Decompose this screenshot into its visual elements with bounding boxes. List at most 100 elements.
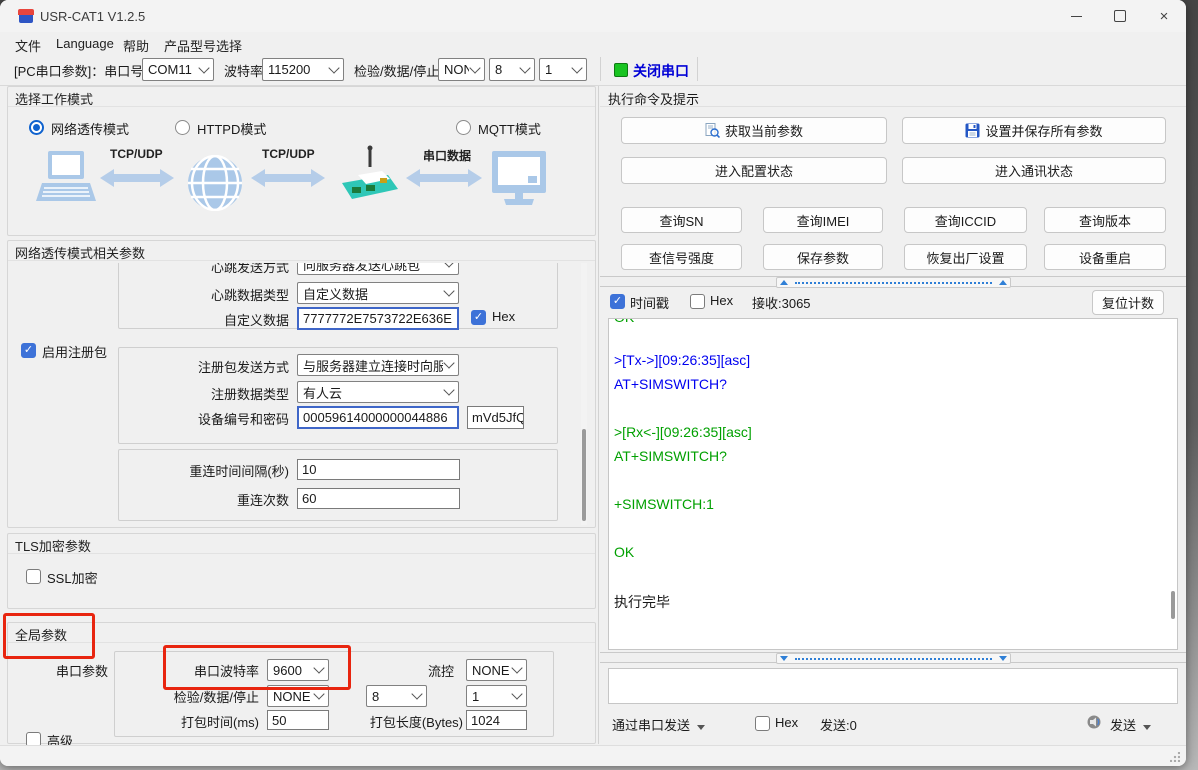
reg-type-label: 注册数据类型	[69, 384, 289, 403]
radio-httpd[interactable]	[175, 120, 190, 135]
reset-count-button[interactable]: 复位计数	[1092, 290, 1164, 315]
parity-select[interactable]: NONI	[438, 58, 485, 81]
radio-net-passthrough-label[interactable]: 网络透传模式	[51, 119, 129, 138]
custom-data-hex-checkbox[interactable]: ✓	[471, 310, 486, 325]
close-port-button[interactable]: 关闭串口	[633, 61, 689, 81]
log-line: +SIMSWITCH:1	[614, 496, 714, 512]
get-params-button[interactable]: 获取当前参数	[621, 117, 887, 144]
send-via-dropdown[interactable]: 通过串口发送	[612, 715, 705, 734]
reg-type-select[interactable]: 有人云	[297, 381, 459, 403]
resize-grip-icon[interactable]	[1170, 752, 1180, 762]
reconn-times-input[interactable]: 60	[297, 488, 460, 509]
log-scrollbar-thumb[interactable]	[1171, 591, 1175, 619]
panel-divider[interactable]	[598, 86, 599, 744]
query-version-button[interactable]: 查询版本	[1044, 207, 1166, 233]
serial-databits-select[interactable]: 8	[366, 685, 427, 707]
speaker-icon	[1086, 714, 1103, 731]
serial-baud-select[interactable]: 9600	[267, 659, 329, 681]
log-line: AT+SIMSWITCH?	[614, 448, 727, 464]
pack-len-input[interactable]: 1024	[466, 710, 527, 730]
enter-config-button[interactable]: 进入配置状态	[621, 157, 887, 184]
custom-data-input[interactable]: 7777772E7573722E636E	[297, 307, 459, 330]
work-mode-header: 选择工作模式	[8, 87, 595, 107]
close-icon: ×	[1160, 9, 1169, 24]
params-scrollbar-thumb[interactable]	[582, 429, 586, 521]
serial-parity-select[interactable]: NONE	[267, 685, 329, 707]
toolbar-separator	[600, 57, 601, 81]
set-save-all-button[interactable]: 设置并保存所有参数	[902, 117, 1166, 144]
send-count: 发送:0	[820, 715, 857, 734]
timestamp-label[interactable]: 时间戳	[630, 293, 669, 312]
flow-select[interactable]: NONE	[466, 659, 527, 681]
send-hex-checkbox[interactable]	[755, 716, 770, 731]
chevron-down-icon	[469, 62, 480, 73]
device-reboot-button[interactable]: 设备重启	[1044, 244, 1166, 270]
splitter-grip[interactable]	[776, 653, 1011, 664]
radio-net-passthrough[interactable]	[29, 120, 44, 135]
splitter-grip[interactable]	[776, 277, 1011, 288]
query-iccid-button[interactable]: 查询ICCID	[904, 207, 1027, 233]
serial-stopbits-select[interactable]: 1	[466, 685, 527, 707]
receive-hex-label[interactable]: Hex	[710, 293, 733, 308]
window-title: USR-CAT1 V1.2.5	[40, 9, 145, 24]
chevron-down-icon	[411, 688, 422, 699]
chevron-down-icon	[443, 263, 454, 268]
menu-product-select[interactable]: 产品型号选择	[161, 35, 245, 56]
status-strip	[0, 745, 1186, 766]
send-hex-label[interactable]: Hex	[775, 715, 798, 730]
splitter-top[interactable]	[600, 276, 1186, 287]
factory-reset-button[interactable]: 恢复出厂设置	[904, 244, 1027, 270]
menu-help[interactable]: 帮助	[120, 35, 152, 56]
close-button[interactable]: ×	[1142, 0, 1186, 32]
triangle-up-icon	[999, 280, 1007, 285]
menu-language[interactable]: Language	[53, 35, 117, 52]
menu-file[interactable]: 文件	[12, 35, 44, 56]
pack-time-input[interactable]: 50	[267, 710, 329, 730]
net-params-section: 网络透传模式相关参数 心跳发送方式 向服务器发送心跳包 心跳数据类型 自定义数据…	[7, 240, 596, 528]
receive-log[interactable]: OK >[Tx->][09:26:35][asc] AT+SIMSWITCH? …	[608, 318, 1178, 650]
ssl-checkbox[interactable]	[26, 569, 41, 584]
reg-send-select[interactable]: 与服务器建立连接时向服务	[297, 354, 459, 376]
chevron-down-icon	[443, 384, 454, 395]
chevron-down-icon	[313, 688, 324, 699]
maximize-button[interactable]	[1098, 0, 1142, 32]
enter-comm-button[interactable]: 进入通讯状态	[902, 157, 1166, 184]
query-imei-button[interactable]: 查询IMEI	[763, 207, 883, 233]
minimize-button[interactable]	[1054, 0, 1098, 32]
reconn-interval-input[interactable]: 10	[297, 459, 460, 480]
save-params-button[interactable]: 保存参数	[763, 244, 883, 270]
query-signal-button[interactable]: 查信号强度	[621, 244, 742, 270]
doc-search-icon	[705, 123, 720, 138]
device-pwd-input[interactable]: mVd5JfQ	[467, 406, 524, 429]
com-port-select[interactable]: COM11	[142, 58, 214, 81]
heartbeat-send-select[interactable]: 向服务器发送心跳包	[297, 263, 459, 275]
log-line: >[Tx->][09:26:35][asc]	[614, 352, 750, 368]
send-button[interactable]: 发送	[1110, 715, 1151, 734]
pack-time-label: 打包时间(ms)	[141, 712, 259, 731]
splitter-bottom[interactable]	[600, 652, 1186, 663]
timestamp-checkbox[interactable]: ✓	[610, 294, 625, 309]
device-id-input[interactable]: 00059614000000044886	[297, 406, 459, 429]
double-arrow-icon	[251, 167, 325, 189]
databits-select[interactable]: 8	[489, 58, 535, 81]
enable-reg-checkbox[interactable]: ✓	[21, 343, 36, 358]
query-sn-button[interactable]: 查询SN	[621, 207, 742, 233]
radio-httpd-label[interactable]: HTTPD模式	[197, 119, 266, 138]
check-icon: ✓	[613, 296, 622, 307]
receive-hex-checkbox[interactable]	[690, 294, 705, 309]
parity-label: 检验/数据/停止	[354, 61, 439, 80]
splitter-dots	[795, 282, 992, 284]
send-input-area[interactable]	[608, 668, 1178, 704]
log-line: >[Rx<-][09:26:35][asc]	[614, 424, 752, 440]
ssl-label[interactable]: SSL加密	[47, 568, 98, 587]
pc-laptop-icon	[34, 149, 96, 209]
chevron-down-icon	[328, 62, 339, 73]
radio-mqtt[interactable]	[456, 120, 471, 135]
baud-label: 波特率	[224, 61, 263, 80]
heartbeat-type-select[interactable]: 自定义数据	[297, 282, 459, 304]
work-mode-section: 选择工作模式 网络透传模式 HTTPD模式 MQTT模式 PC TCP/UDP	[7, 86, 596, 236]
radio-mqtt-label[interactable]: MQTT模式	[478, 119, 541, 138]
baud-select[interactable]: 115200	[262, 58, 344, 81]
diagram-link3-label: 串口数据	[423, 147, 471, 164]
stopbits-select[interactable]: 1	[539, 58, 587, 81]
